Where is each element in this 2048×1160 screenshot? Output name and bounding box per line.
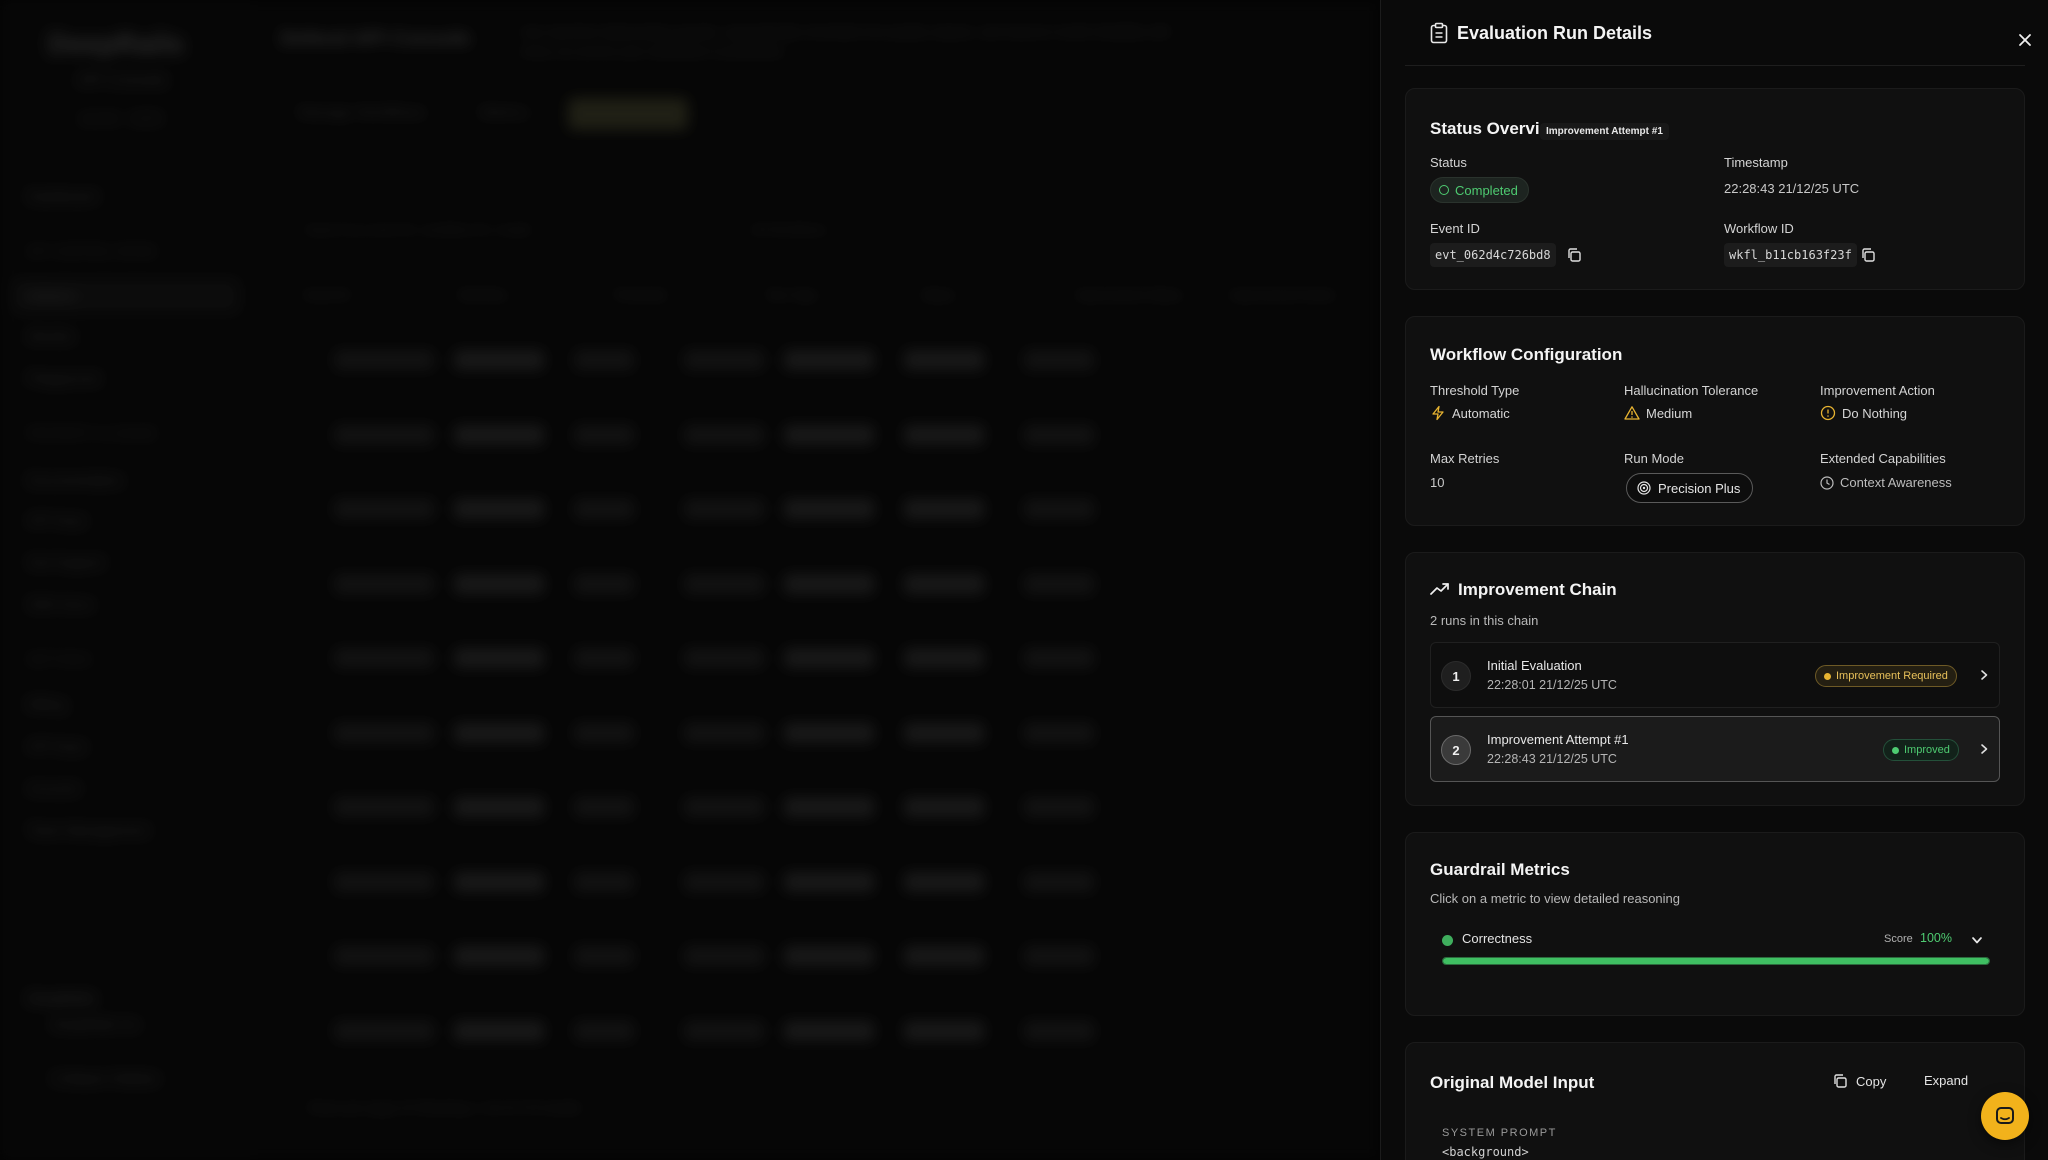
copy-event-id-icon[interactable] [1566, 247, 1582, 263]
chat-launcher-button[interactable] [1981, 1092, 2029, 1140]
chain-run-time: 22:28:43 21/12/25 UTC [1487, 752, 1617, 766]
panel-header: Evaluation Run Details [1405, 0, 2031, 66]
trending-up-icon [1430, 583, 1449, 595]
workflow-id-label: Workflow ID [1724, 221, 1794, 236]
system-prompt-label: SYSTEM PROMPT [1442, 1127, 1557, 1139]
workflow-configuration-card: Workflow Configuration Threshold Type Au… [1405, 316, 2025, 526]
chat-icon [1996, 1107, 2014, 1124]
run-mode-text: Precision Plus [1658, 480, 1741, 496]
metric-status-dot [1442, 935, 1453, 946]
guardrail-metrics-card: Guardrail Metrics Click on a metric to v… [1405, 832, 2025, 1016]
copy-input-button[interactable]: Copy [1832, 1073, 1886, 1089]
chain-run-item[interactable]: 1 Initial Evaluation 22:28:01 21/12/25 U… [1430, 642, 2000, 708]
chevron-right-icon [1981, 670, 1988, 680]
expand-input-button[interactable]: Expand [1924, 1073, 1968, 1088]
copy-icon [1834, 1074, 1847, 1088]
metric-row-correctness[interactable]: Correctness Score 100% [1442, 931, 1992, 951]
copy-workflow-id-icon[interactable] [1860, 247, 1876, 263]
success-dot-icon [1892, 746, 1899, 754]
chain-run-number: 1 [1441, 661, 1471, 691]
metric-score-label: Score [1884, 933, 1913, 945]
hallucination-tolerance-label: Hallucination Tolerance [1624, 383, 1759, 398]
improvement-action-text: Do Nothing [1842, 405, 1908, 421]
status-overview-card: Status Overview Improvement Attempt #1 S… [1405, 88, 2025, 290]
chain-run-badge-text: Improved [1904, 744, 1950, 756]
threshold-type-text: Automatic [1452, 405, 1510, 421]
improved-badge: Improved [1883, 739, 1959, 761]
context-awareness-icon [1820, 475, 1834, 490]
info-circle-icon [1820, 405, 1836, 421]
extended-capabilities-text: Context Awareness [1840, 475, 1952, 490]
threshold-type-value: Automatic [1430, 405, 1510, 421]
extended-capabilities-value: Context Awareness [1820, 475, 1952, 490]
chain-run-title: Initial Evaluation [1487, 658, 1582, 673]
run-mode-label: Run Mode [1624, 451, 1684, 466]
max-retries-value: 10 [1430, 475, 1445, 490]
metric-name: Correctness [1462, 931, 1533, 946]
chain-run-title: Improvement Attempt #1 [1487, 732, 1629, 747]
guardrail-metrics-title: Guardrail Metrics [1430, 860, 1570, 879]
expand-input-label: Expand [1924, 1073, 1969, 1088]
workflow-configuration-title: Workflow Configuration [1430, 345, 1623, 364]
improvement-action-value: Do Nothing [1820, 405, 1907, 421]
guardrail-metrics-subtitle: Click on a metric to view detailed reaso… [1430, 891, 1681, 906]
hallucination-tolerance-value: Medium [1624, 405, 1692, 421]
improvement-action-label: Improvement Action [1820, 383, 1935, 398]
chain-run-number: 2 [1441, 735, 1471, 765]
evaluation-run-details-panel: Evaluation Run Details Status Overview I… [1380, 0, 2048, 1160]
check-circle-icon [1439, 185, 1449, 195]
clipboard-icon [1430, 22, 1448, 44]
threshold-type-label: Threshold Type [1430, 383, 1520, 398]
chain-run-item-selected[interactable]: 2 Improvement Attempt #1 22:28:43 21/12/… [1430, 716, 2000, 782]
event-id-value: evt_062d4c726bd8 [1430, 243, 1556, 267]
panel-title: Evaluation Run Details [1457, 23, 1653, 43]
metric-score-value: 100% [1920, 931, 1952, 945]
attempt-badge: Improvement Attempt #1 [1540, 123, 1669, 140]
timestamp-value: 22:28:43 21/12/25 UTC [1724, 181, 1860, 196]
chevron-down-icon[interactable] [1970, 933, 1984, 947]
original-model-input-card: Original Model Input Copy Expand SYSTEM … [1405, 1042, 2025, 1160]
copy-input-label: Copy [1856, 1073, 1887, 1089]
improvement-required-badge: Improvement Required [1815, 665, 1957, 687]
system-prompt-text: <background> [1442, 1145, 1529, 1159]
chain-run-time: 22:28:01 21/12/25 UTC [1487, 678, 1617, 692]
lightning-icon [1432, 405, 1444, 421]
status-value: Completed [1455, 182, 1518, 198]
warning-triangle-icon [1624, 406, 1640, 420]
timestamp-label: Timestamp [1724, 155, 1788, 170]
hallucination-tolerance-text: Medium [1646, 405, 1693, 421]
modal-overlay[interactable] [0, 0, 1380, 1160]
improvement-chain-subtitle: 2 runs in this chain [1430, 613, 1539, 628]
warning-dot-icon [1824, 672, 1831, 680]
original-model-input-title: Original Model Input [1430, 1073, 1595, 1092]
close-icon[interactable] [2013, 28, 2037, 52]
status-badge: Completed [1430, 177, 1529, 203]
workflow-id-value: wkfl_b11cb163f23f [1724, 243, 1857, 267]
chain-run-badge-text: Improvement Required [1836, 670, 1948, 682]
status-label: Status [1430, 155, 1467, 170]
chevron-right-icon [1981, 744, 1988, 754]
extended-capabilities-label: Extended Capabilities [1820, 451, 1946, 466]
metric-score-bar [1442, 957, 1990, 965]
improvement-chain-title: Improvement Chain [1458, 580, 1617, 599]
event-id-label: Event ID [1430, 221, 1480, 236]
max-retries-label: Max Retries [1430, 451, 1500, 466]
improvement-chain-card: Improvement Chain 2 runs in this chain 1… [1405, 552, 2025, 806]
metric-score-bar-fill [1443, 958, 1989, 964]
target-icon [1637, 481, 1651, 495]
run-mode-badge: Precision Plus [1626, 473, 1754, 503]
